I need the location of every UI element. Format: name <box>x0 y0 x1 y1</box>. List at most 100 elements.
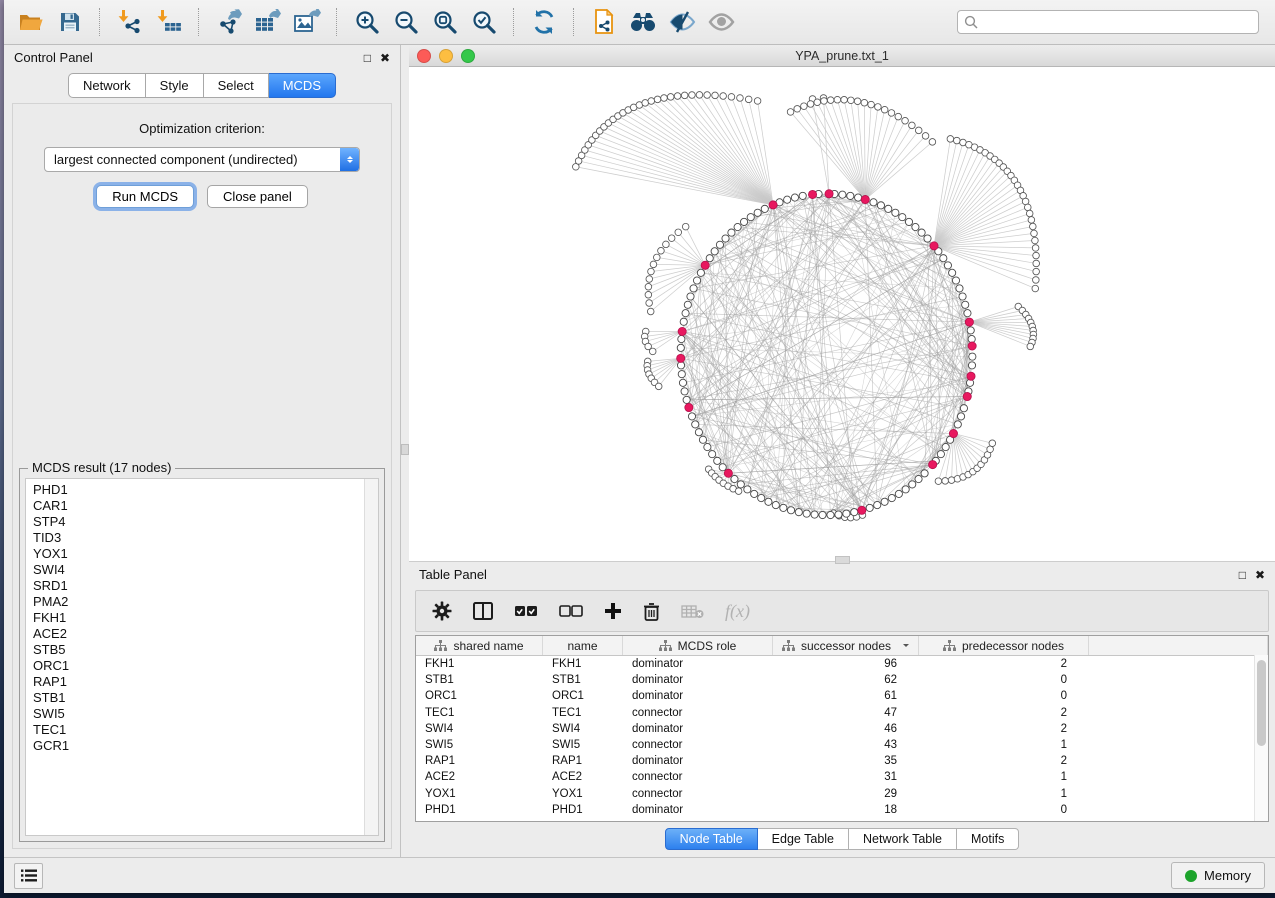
network-node[interactable] <box>870 199 877 206</box>
task-history-button[interactable] <box>14 863 43 889</box>
splitter-grip[interactable] <box>401 444 409 455</box>
network-node[interactable] <box>942 478 949 485</box>
network-node[interactable] <box>892 209 899 216</box>
column-header-successor-nodes[interactable]: successor nodes <box>773 636 919 655</box>
network-node[interactable] <box>799 192 806 199</box>
network-node[interactable] <box>942 443 949 450</box>
sort-dropdown-icon[interactable] <box>903 644 909 650</box>
add-column-icon[interactable] <box>604 602 622 620</box>
network-node[interactable] <box>957 413 964 420</box>
zoom-in-icon[interactable] <box>350 7 383 37</box>
network-node[interactable] <box>888 494 895 501</box>
list-item[interactable]: TEC1 <box>33 722 357 738</box>
network-node[interactable] <box>731 475 738 482</box>
column-header-MCDS-role[interactable]: MCDS role <box>623 636 773 655</box>
network-node[interactable] <box>843 510 850 517</box>
run-mcds-button[interactable]: Run MCDS <box>96 185 194 208</box>
mcds-network-node[interactable] <box>678 327 686 335</box>
network-node[interactable] <box>924 235 931 242</box>
network-node[interactable] <box>944 262 951 269</box>
network-canvas[interactable] <box>409 67 1275 561</box>
network-node[interactable] <box>765 498 772 505</box>
network-node[interactable] <box>791 194 798 201</box>
gear-icon[interactable] <box>432 601 452 621</box>
network-node[interactable] <box>661 95 668 102</box>
vertical-splitter[interactable] <box>400 45 409 857</box>
network-node[interactable] <box>751 490 758 497</box>
close-panel-icon[interactable]: ✖ <box>380 52 390 64</box>
network-node[interactable] <box>874 501 881 508</box>
network-node[interactable] <box>819 511 826 518</box>
export-table-icon[interactable] <box>251 7 284 37</box>
network-node[interactable] <box>647 308 654 315</box>
network-node[interactable] <box>959 293 966 300</box>
network-node[interactable] <box>960 405 967 412</box>
network-node[interactable] <box>687 293 694 300</box>
network-node[interactable] <box>821 98 828 105</box>
open-file-icon[interactable] <box>14 7 47 37</box>
network-node[interactable] <box>868 101 875 108</box>
table-row[interactable]: FKH1FKH1dominator962 <box>416 656 1268 672</box>
network-node[interactable] <box>678 371 685 378</box>
network-node[interactable] <box>744 486 751 493</box>
table-scrollbar-thumb[interactable] <box>1257 660 1266 746</box>
maximize-window-icon[interactable] <box>461 49 475 63</box>
save-icon[interactable] <box>53 7 86 37</box>
network-node[interactable] <box>772 501 779 508</box>
network-node[interactable] <box>918 229 925 236</box>
network-node[interactable] <box>674 93 681 100</box>
horizontal-splitter-grip[interactable] <box>835 556 850 564</box>
network-node[interactable] <box>711 248 718 255</box>
network-node[interactable] <box>989 440 996 447</box>
network-node[interactable] <box>841 96 848 103</box>
network-node[interactable] <box>754 98 761 105</box>
network-node[interactable] <box>646 300 653 307</box>
list-item[interactable]: SWI5 <box>33 706 357 722</box>
list-item[interactable]: STB5 <box>33 642 357 658</box>
network-node[interactable] <box>814 99 821 106</box>
mcds-result-scrollbar[interactable] <box>364 479 378 835</box>
float-panel-icon[interactable]: □ <box>1239 569 1246 581</box>
network-node[interactable] <box>1032 237 1039 244</box>
network-node[interactable] <box>678 335 685 342</box>
network-node[interactable] <box>851 509 858 516</box>
network-node[interactable] <box>704 443 711 450</box>
network-node[interactable] <box>683 396 690 403</box>
network-node[interactable] <box>915 127 922 134</box>
table-row[interactable]: PHD1PHD1dominator180 <box>416 802 1268 818</box>
mcds-network-node[interactable] <box>963 392 971 400</box>
network-node[interactable] <box>747 214 754 221</box>
network-node[interactable] <box>714 457 721 464</box>
close-window-icon[interactable] <box>417 49 431 63</box>
network-node[interactable] <box>696 92 703 99</box>
table-row[interactable]: SWI4SWI4dominator462 <box>416 721 1268 737</box>
network-node[interactable] <box>909 481 916 488</box>
network-node[interactable] <box>902 117 909 124</box>
close-panel-button[interactable]: Close panel <box>207 185 308 208</box>
network-node[interactable] <box>803 510 810 517</box>
network-node[interactable] <box>728 94 735 101</box>
network-node[interactable] <box>969 353 976 360</box>
optimization-criterion-select[interactable]: largest connected component (undirected) <box>44 147 360 172</box>
network-node[interactable] <box>935 478 942 485</box>
float-panel-icon[interactable]: □ <box>364 52 371 64</box>
network-node[interactable] <box>1030 223 1037 230</box>
network-node[interactable] <box>947 136 954 143</box>
list-item[interactable]: SRD1 <box>33 578 357 594</box>
network-node[interactable] <box>861 99 868 106</box>
mcds-network-node[interactable] <box>858 506 866 514</box>
search-binoculars-icon[interactable] <box>626 7 659 37</box>
network-node[interactable] <box>967 327 974 334</box>
network-node[interactable] <box>645 283 652 290</box>
network-node[interactable] <box>827 97 834 104</box>
network-node[interactable] <box>695 429 702 436</box>
network-node[interactable] <box>704 92 711 99</box>
network-node[interactable] <box>895 113 902 120</box>
network-node[interactable] <box>706 255 713 262</box>
list-item[interactable]: STB1 <box>33 690 357 706</box>
network-node[interactable] <box>648 268 655 275</box>
mcds-network-node[interactable] <box>967 372 975 380</box>
tab-edge-table[interactable]: Edge Table <box>758 828 849 850</box>
export-image-icon[interactable] <box>290 7 323 37</box>
network-node[interactable] <box>1027 343 1034 350</box>
